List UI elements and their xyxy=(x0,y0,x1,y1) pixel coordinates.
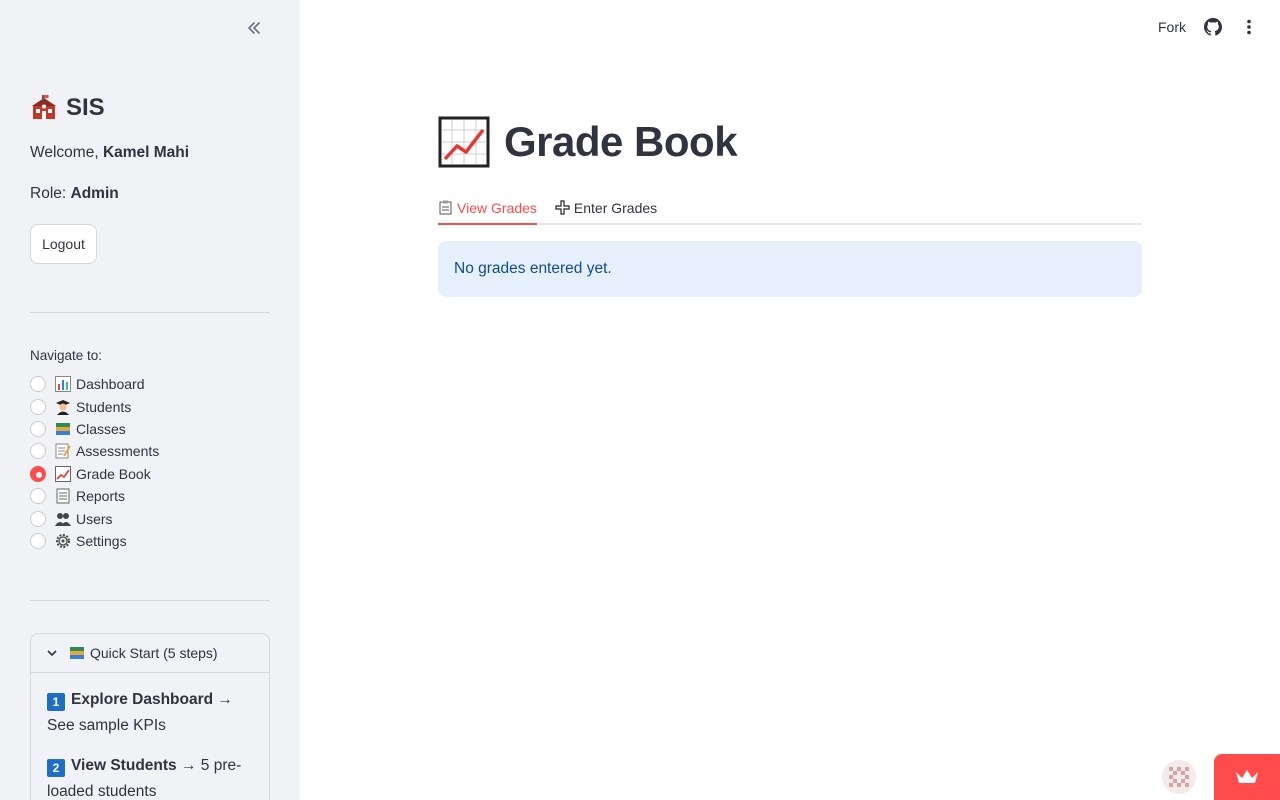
role-text: Role: Admin xyxy=(30,185,119,203)
bar-chart-icon xyxy=(55,376,71,393)
nav-item-students[interactable]: Students xyxy=(30,395,159,417)
nav-item-label: Reports xyxy=(76,488,126,505)
tab-label: View Grades xyxy=(457,199,537,216)
double-chevron-left-icon xyxy=(248,22,260,34)
brand: SIS xyxy=(30,94,105,122)
radio-button[interactable] xyxy=(30,510,46,527)
nav-item-dashboard[interactable]: Dashboard xyxy=(30,373,159,395)
nav-item-users[interactable]: Users xyxy=(30,507,159,529)
top-toolbar: Fork xyxy=(1158,18,1258,36)
nav-item-label: Users xyxy=(76,510,113,527)
radio-button[interactable] xyxy=(30,420,46,437)
tab-enter-grades[interactable]: Enter Grades xyxy=(555,192,657,223)
page-title-text: Grade Book xyxy=(504,118,738,165)
welcome-text: Welcome, Kamel Mahi xyxy=(30,144,189,162)
github-icon[interactable] xyxy=(1204,18,1222,36)
nav-item-assessments[interactable]: Assessments xyxy=(30,440,159,462)
memo-icon xyxy=(55,443,71,459)
nav-item-label: Classes xyxy=(76,420,126,437)
step-title: View Students xyxy=(71,757,177,774)
radio-button-selected[interactable] xyxy=(30,465,46,482)
nav-item-settings[interactable]: Settings xyxy=(30,530,159,552)
radio-button[interactable] xyxy=(30,532,46,549)
chevron-down-icon xyxy=(47,650,57,657)
quick-start-step: 2 View Students → 5 pre-loaded students xyxy=(47,753,253,800)
logout-button[interactable]: Logout xyxy=(30,224,97,264)
chart-increasing-icon xyxy=(55,465,71,482)
plus-icon xyxy=(555,200,570,215)
more-vertical-icon[interactable] xyxy=(1240,18,1258,36)
crown-badge-button[interactable] xyxy=(1214,754,1280,800)
tab-label: Enter Grades xyxy=(573,199,658,216)
running-status-icon[interactable] xyxy=(1162,760,1196,794)
quick-start-expander: Quick Start (5 steps) 1 Explore Dashboard… xyxy=(30,633,270,800)
users-icon xyxy=(55,512,71,526)
sidebar: SIS Welcome, Kamel Mahi Role: Admin Logo… xyxy=(0,0,300,800)
quick-start-header[interactable]: Quick Start (5 steps) xyxy=(31,634,269,673)
nav-item-label: Dashboard xyxy=(76,376,145,393)
collapse-sidebar-button[interactable] xyxy=(243,19,265,41)
welcome-prefix: Welcome, xyxy=(30,144,103,161)
quick-start-title: Quick Start (5 steps) xyxy=(90,645,218,661)
books-icon xyxy=(56,422,70,435)
step-title: Explore Dashboard xyxy=(71,691,214,708)
nav-label: Navigate to: xyxy=(30,348,103,363)
nav-item-label: Students xyxy=(76,398,132,415)
page-icon xyxy=(56,488,70,504)
tab-bar: View Grades Enter Grades xyxy=(438,192,1142,225)
info-alert: No grades entered yet. xyxy=(438,241,1142,297)
crown-icon xyxy=(1236,770,1258,783)
student-icon xyxy=(56,399,70,415)
info-message: No grades entered yet. xyxy=(454,260,612,277)
brand-title: SIS xyxy=(66,94,105,121)
radio-button[interactable] xyxy=(30,488,46,505)
radio-button[interactable] xyxy=(30,443,46,460)
nav-item-classes[interactable]: Classes xyxy=(30,418,159,440)
radio-button[interactable] xyxy=(30,398,46,415)
nav-item-label: Grade Book xyxy=(76,465,151,482)
radio-button[interactable] xyxy=(30,376,46,393)
divider xyxy=(30,312,270,313)
keycap-number-icon: 1 xyxy=(47,693,65,711)
chart-increasing-icon xyxy=(438,116,490,168)
page-title: Grade Book xyxy=(438,116,738,168)
tab-view-grades[interactable]: View Grades xyxy=(438,192,537,225)
nav-item-grade-book[interactable]: Grade Book xyxy=(30,463,159,485)
keycap-number-icon: 2 xyxy=(47,759,65,777)
quick-start-body: 1 Explore Dashboard → See sample KPIs 2 Vi… xyxy=(31,673,269,800)
quick-start-step: 1 Explore Dashboard → See sample KPIs xyxy=(47,687,253,739)
nav-radio-group: Dashboard Students Classes Assessments G… xyxy=(30,373,159,552)
role-value: Admin xyxy=(70,185,119,202)
clipboard-icon xyxy=(439,200,452,215)
school-icon xyxy=(32,95,56,119)
user-name: Kamel Mahi xyxy=(102,144,190,161)
books-icon xyxy=(70,647,84,659)
nav-item-label: Assessments xyxy=(76,443,160,460)
divider xyxy=(30,600,270,601)
role-prefix: Role: xyxy=(30,185,71,202)
nav-item-label: Settings xyxy=(76,532,127,549)
nav-item-reports[interactable]: Reports xyxy=(30,485,159,507)
gear-icon xyxy=(56,533,70,548)
fork-link[interactable]: Fork xyxy=(1158,19,1186,35)
